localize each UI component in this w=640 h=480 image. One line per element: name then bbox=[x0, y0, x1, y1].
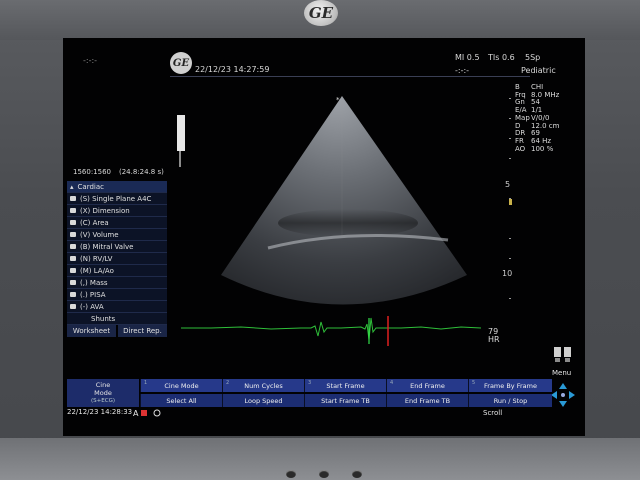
menu-label[interactable]: Menu bbox=[552, 369, 571, 377]
menu-item-label: (N) RV/LV bbox=[80, 254, 113, 263]
param-value: 100 % bbox=[531, 144, 554, 153]
menu-item-single-plane-a4c[interactable]: (S) Single Plane A4C bbox=[67, 193, 167, 205]
menu-item-label: (S) Single Plane A4C bbox=[80, 194, 152, 203]
softkey-number: 4 bbox=[390, 380, 394, 386]
start-frame-tb-button[interactable]: Start Frame TB bbox=[304, 394, 386, 407]
softkey-number: 1 bbox=[144, 380, 148, 386]
depth-mark-10: 10 bbox=[502, 269, 513, 278]
select-all-button[interactable]: Select All bbox=[140, 394, 222, 407]
tab-direct-report[interactable]: Direct Rep. bbox=[118, 325, 167, 337]
menu-item-volume[interactable]: (V) Volume bbox=[67, 229, 167, 241]
heart-rate-unit: HR bbox=[488, 335, 500, 344]
cine-counter: 1560:1560 bbox=[73, 168, 111, 176]
menu-item-label: (M) LA/Ao bbox=[80, 266, 114, 275]
heart-rate: 79 HR bbox=[488, 328, 500, 344]
softkey-label: Loop Speed bbox=[244, 396, 283, 405]
softkey-label: Select All bbox=[166, 396, 197, 405]
run-stop-button[interactable]: Run / Stop bbox=[468, 394, 552, 407]
menu-item-ava[interactable]: (-) AVA bbox=[67, 301, 167, 313]
ecg-trace bbox=[181, 316, 481, 346]
softkey-label: End Frame TB bbox=[404, 396, 451, 405]
menu-item-label: (.) PISA bbox=[80, 290, 106, 299]
depth-mark-5: 5 bbox=[505, 180, 511, 189]
menu-item-mass[interactable]: (,) Mass bbox=[67, 277, 167, 289]
folder-icon bbox=[70, 232, 76, 237]
cine-label-line2: Mode bbox=[94, 389, 112, 397]
trackball-arrows-icon[interactable] bbox=[550, 382, 576, 408]
param-key: AO bbox=[515, 144, 526, 153]
scroll-label: Scroll bbox=[483, 409, 503, 417]
menu-tabs: Worksheet Direct Rep. bbox=[67, 325, 167, 337]
folder-icon bbox=[70, 244, 76, 249]
probe-icons bbox=[554, 347, 571, 362]
ultrasound-screen: -:-:- GE 22/12/23 14:27:59 MI 0.5 TIs 0.… bbox=[63, 38, 585, 436]
softkey-label: Run / Stop bbox=[493, 396, 528, 405]
menu-title[interactable]: ▴ Cardiac bbox=[67, 181, 167, 193]
softkey-number: 5 bbox=[472, 380, 476, 386]
menu-item-pisa[interactable]: (.) PISA bbox=[67, 289, 167, 301]
menu-item-label: Shunts bbox=[91, 314, 116, 323]
tab-worksheet[interactable]: Worksheet bbox=[67, 325, 116, 337]
menu-item-label: (B) Mitral Valve bbox=[80, 242, 134, 251]
ge-logo: GE bbox=[304, 0, 338, 26]
menu-item-label: (C) Area bbox=[80, 218, 109, 227]
soft-key-bar: Cine Mode (S+ECG) 1 Cine Mode 2 Num Cycles… bbox=[67, 379, 552, 407]
menu-item-label: (-) AVA bbox=[80, 302, 104, 311]
menu-item-label: (,) Mass bbox=[80, 278, 108, 287]
cine-mode-label: Cine Mode (S+ECG) bbox=[67, 379, 139, 407]
menu-item-label: (X) Dimension bbox=[80, 206, 130, 215]
frame-by-frame-button[interactable]: 5 Frame By Frame bbox=[468, 379, 552, 392]
menu-item-area[interactable]: (C) Area bbox=[67, 217, 167, 229]
folder-icon bbox=[70, 268, 76, 273]
softkey-label: Cine Mode bbox=[164, 381, 199, 390]
folder-icon bbox=[70, 304, 76, 309]
folder-icon bbox=[70, 292, 76, 297]
num-cycles-button[interactable]: 2 Num Cycles bbox=[222, 379, 304, 392]
status-datetime: 22/12/23 14:28:33 bbox=[67, 408, 133, 416]
cine-mode-button[interactable]: 1 Cine Mode bbox=[140, 379, 222, 392]
collapse-icon: ▴ bbox=[70, 182, 74, 191]
softkey-number: 2 bbox=[226, 380, 230, 386]
softkey-label: Num Cycles bbox=[244, 381, 283, 390]
folder-icon bbox=[70, 280, 76, 285]
loop-speed-button[interactable]: Loop Speed bbox=[222, 394, 304, 407]
hardware-button-3[interactable] bbox=[352, 470, 362, 478]
folder-icon bbox=[70, 196, 76, 201]
hardware-button-2[interactable] bbox=[319, 470, 329, 478]
softkey-label: End Frame bbox=[410, 381, 445, 390]
svg-text:A: A bbox=[133, 409, 139, 417]
menu-item-rv-lv[interactable]: (N) RV/LV bbox=[67, 253, 167, 265]
softkey-number: 3 bbox=[308, 380, 312, 386]
status-icons: A bbox=[133, 409, 161, 417]
menu-item-mitral-valve[interactable]: (B) Mitral Valve bbox=[67, 241, 167, 253]
end-frame-button[interactable]: 4 End Frame bbox=[386, 379, 468, 392]
menu-title-label: Cardiac bbox=[77, 182, 104, 191]
cine-time: (24.8:24.8 s) bbox=[119, 168, 164, 176]
softkey-label: Frame By Frame bbox=[484, 381, 537, 390]
softkey-label: Start Frame TB bbox=[321, 396, 370, 405]
folder-icon bbox=[70, 220, 76, 225]
cine-label-line3: (S+ECG) bbox=[91, 398, 115, 404]
menu-item-label: (V) Volume bbox=[80, 230, 119, 239]
folder-icon bbox=[70, 256, 76, 261]
scan-parameters: B CHI Frq 8.0 MHz Gn 54 E/A 1/1 Map V/0/0 D 12… bbox=[515, 83, 559, 153]
menu-item-shunts[interactable]: Shunts bbox=[67, 313, 167, 325]
menu-item-la-ao[interactable]: (M) LA/Ao bbox=[67, 265, 167, 277]
measurement-menu: ▴ Cardiac (S) Single Plane A4C (X) Dimen… bbox=[67, 181, 167, 325]
end-frame-tb-button[interactable]: End Frame TB bbox=[386, 394, 468, 407]
start-frame-button[interactable]: 3 Start Frame bbox=[304, 379, 386, 392]
cine-label-line1: Cine bbox=[95, 381, 111, 389]
softkey-label: Start Frame bbox=[326, 381, 365, 390]
menu-item-dimension[interactable]: (X) Dimension bbox=[67, 205, 167, 217]
folder-icon bbox=[70, 208, 76, 213]
hardware-button-1[interactable] bbox=[286, 470, 296, 478]
